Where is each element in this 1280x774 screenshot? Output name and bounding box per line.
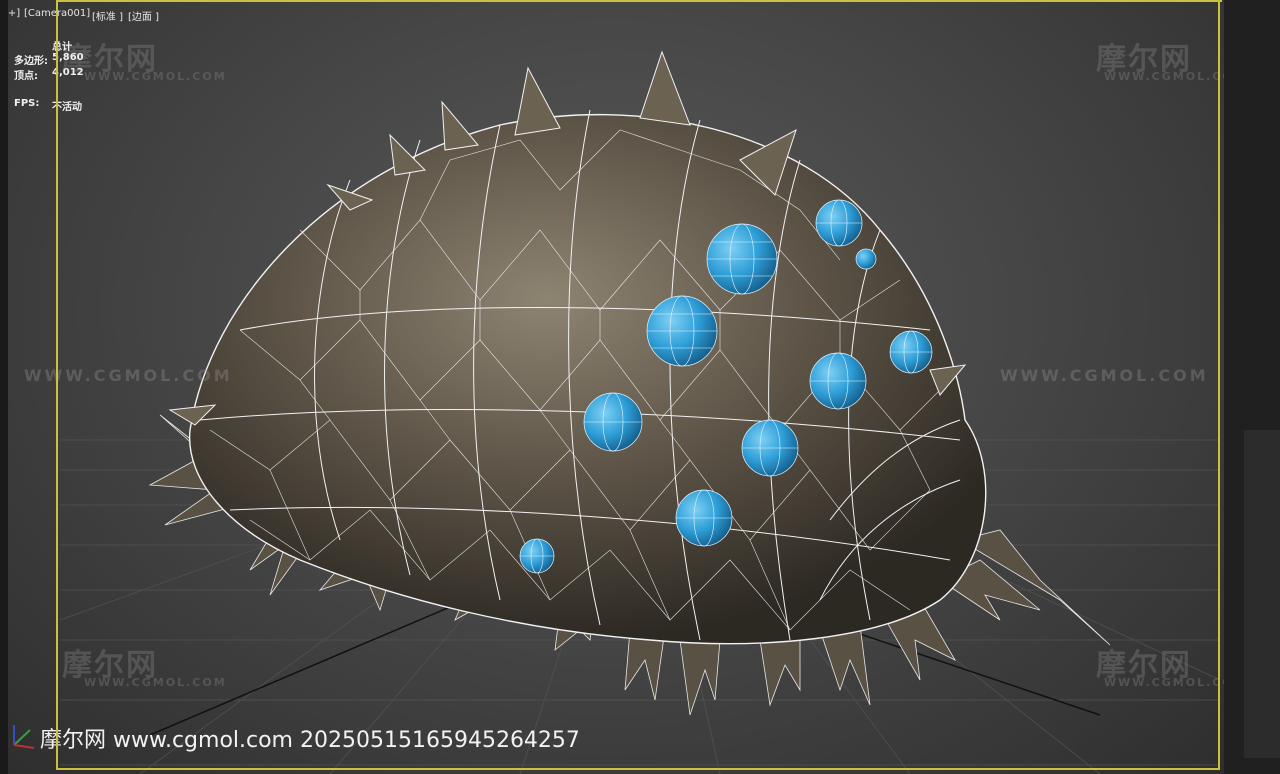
right-panel-scrollbar[interactable] (1244, 430, 1280, 758)
viewport-menu-camera[interactable]: [Camera001] (24, 8, 90, 19)
stats-vertices-value: 4,012 (52, 67, 84, 78)
axis-gizmo-icon (13, 725, 35, 749)
watermark-domain-line: WWW.CGMOL.COM (1000, 366, 1209, 385)
watermark-domain: WWW.CGMOL.COM (84, 70, 227, 83)
left-edge-strip (0, 0, 8, 774)
stats-total-label: 总计 (52, 42, 72, 53)
3d-viewport[interactable]: 摩尔网 WWW.CGMOL.COM 摩尔网 WWW.CGMOL.COM WWW.… (0, 0, 1224, 774)
stats-polygons-value: 5,860 (52, 52, 84, 63)
active-viewport-border-top (56, 0, 1222, 2)
watermark-domain: WWW.CGMOL.COM (1104, 70, 1224, 83)
footer-watermark: 摩尔网 www.cgmol.com 20250515165945264257 (40, 728, 580, 753)
watermark-domain: WWW.CGMOL.COM (84, 676, 227, 689)
stats-fps-value: 不活动 (52, 102, 82, 113)
stats-fps-label: FPS: (14, 98, 40, 109)
viewport-menu-edged-faces[interactable]: [边面 ] (128, 8, 159, 23)
viewport-menu-shading[interactable]: [标准 ] (92, 8, 123, 23)
viewport-scene (13, 50, 1221, 774)
stats-vertices-label: 顶点: (14, 71, 38, 82)
watermark-domain: WWW.CGMOL.COM (1104, 676, 1224, 689)
creature-body (188, 109, 987, 645)
stats-polygons-label: 多边形: (14, 56, 48, 67)
watermark-domain-line: WWW.CGMOL.COM (24, 366, 233, 385)
